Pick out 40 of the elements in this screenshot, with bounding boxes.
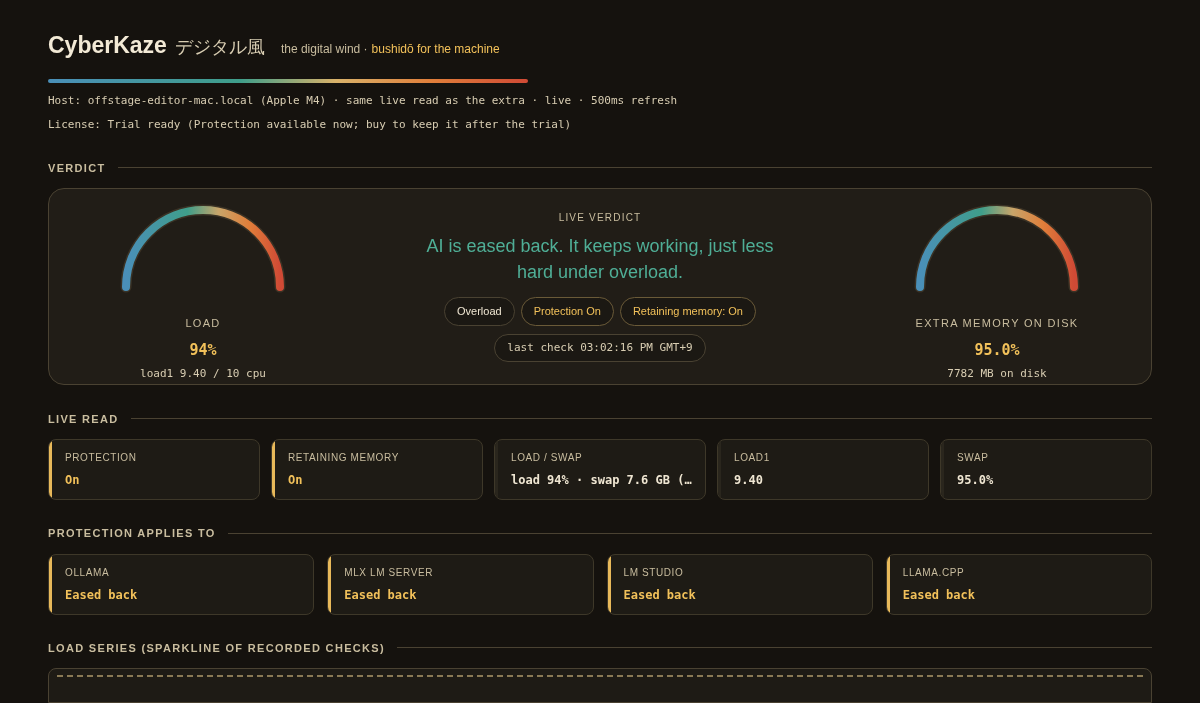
gauge-label: EXTRA MEMORY ON DISK [915, 315, 1079, 331]
stat-label: LOAD1 [734, 451, 771, 466]
stat-label: OLLAMA [65, 565, 111, 580]
status-chip: Retaining memory: On [619, 297, 756, 326]
stat-label: LOAD / SWAP [511, 451, 584, 466]
tagline: the digital wind · [280, 41, 368, 58]
stat-value: Eased back [902, 586, 976, 604]
gauge-detail: 7782 MB on disk [947, 365, 1047, 382]
title-japanese: デジタル風 [174, 35, 265, 59]
stat-value: On [65, 472, 81, 490]
stat-label: LM STUDIO [623, 565, 685, 580]
stat-value: load 94% · swap 7.6 GB (… [511, 472, 692, 490]
stat-value: On [288, 472, 304, 490]
section-heading: LOAD SERIES (SPARKLINE OF RECORDED CHECKS) [48, 640, 385, 656]
stat-value: Eased back [344, 586, 418, 604]
stat-value: 95.0% [957, 472, 995, 490]
verdict-message: AI is eased back. It keeps working, just less hard under overload. [425, 235, 775, 285]
stat-value: Eased back [65, 586, 139, 604]
stat-label: LLAMA.CPP [902, 565, 966, 580]
section-heading: LIVE READ [48, 411, 119, 427]
gauge-label: LOAD [185, 315, 221, 331]
stat-label: RETAINING MEMORY [288, 451, 400, 466]
host-info: Host: offstage-editor-mac.local (Apple M4) · same live read as the extra · live · 500ms refresh [48, 92, 679, 109]
stat-label: PROTECTION [65, 451, 138, 466]
stat-label: MLX LM SERVER [344, 565, 434, 580]
status-chip: Overload [444, 297, 515, 326]
gauge-detail: load1 9.40 / 10 cpu [140, 365, 266, 382]
status-chip: Protection On [520, 297, 614, 326]
gauge-value: 95.0% [974, 340, 1020, 362]
section-heading: VERDICT [48, 160, 106, 176]
stat-label: SWAP [957, 451, 990, 466]
section-heading: PROTECTION APPLIES TO [48, 526, 216, 542]
app-title: CyberKaze [48, 31, 167, 60]
stat-value: Eased back [623, 586, 697, 604]
license-info: License: Trial ready (Protection available now; buy to keep it after the trial) [48, 117, 573, 134]
tagline-accent: bushidō for the machine [371, 41, 500, 58]
gauge-value: 94% [189, 340, 217, 362]
last-check: last check 03:02:16 PM GMT+9 [494, 333, 706, 363]
live-verdict-label: LIVE VERDICT [558, 211, 642, 226]
stat-value: 9.40 [734, 472, 764, 490]
